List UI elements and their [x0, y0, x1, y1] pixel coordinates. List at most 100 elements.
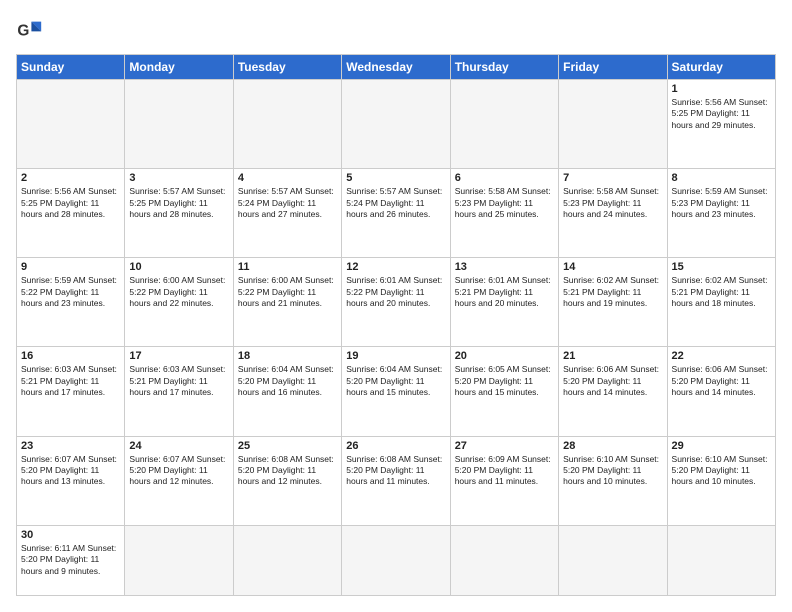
- calendar-cell: 7 Sunrise: 5:58 AM Sunset: 5:23 PM Daylig…: [559, 169, 667, 258]
- cell-info: Sunrise: 5:56 AM Sunset: 5:25 PM Dayligh…: [21, 186, 120, 220]
- cell-info: Sunrise: 6:05 AM Sunset: 5:20 PM Dayligh…: [455, 364, 554, 398]
- calendar-cell: 10 Sunrise: 6:00 AM Sunset: 5:22 PM Dayli…: [125, 258, 233, 347]
- calendar-cell: 6 Sunrise: 5:58 AM Sunset: 5:23 PM Daylig…: [450, 169, 558, 258]
- calendar-cell: [559, 525, 667, 595]
- cell-info: Sunrise: 6:01 AM Sunset: 5:21 PM Dayligh…: [455, 275, 554, 309]
- day-number: 3: [129, 172, 228, 184]
- calendar-cell: 27 Sunrise: 6:09 AM Sunset: 5:20 PM Dayli…: [450, 436, 558, 525]
- calendar-cell: 21 Sunrise: 6:06 AM Sunset: 5:20 PM Dayli…: [559, 347, 667, 436]
- page: G SundayMondayTuesdayWednesdayThursdayFr…: [0, 0, 792, 612]
- calendar-week-row: 30 Sunrise: 6:11 AM Sunset: 5:20 PM Dayli…: [17, 525, 776, 595]
- logo-icon: G: [16, 16, 44, 44]
- day-number: 26: [346, 440, 445, 452]
- calendar-cell: 15Sunrise: 6:02 AM Sunset: 5:21 PM Dayli…: [667, 258, 775, 347]
- cell-info: Sunrise: 6:04 AM Sunset: 5:20 PM Dayligh…: [346, 364, 445, 398]
- calendar-cell: 5 Sunrise: 5:57 AM Sunset: 5:24 PM Daylig…: [342, 169, 450, 258]
- cell-info: Sunrise: 6:10 AM Sunset: 5:20 PM Dayligh…: [563, 454, 662, 488]
- weekday-header-row: SundayMondayTuesdayWednesdayThursdayFrid…: [17, 55, 776, 80]
- weekday-header: Tuesday: [233, 55, 341, 80]
- calendar-cell: [233, 525, 341, 595]
- day-number: 14: [563, 261, 662, 273]
- cell-info: Sunrise: 5:58 AM Sunset: 5:23 PM Dayligh…: [455, 186, 554, 220]
- calendar-week-row: 9 Sunrise: 5:59 AM Sunset: 5:22 PM Daylig…: [17, 258, 776, 347]
- day-number: 13: [455, 261, 554, 273]
- calendar-cell: 16Sunrise: 6:03 AM Sunset: 5:21 PM Dayli…: [17, 347, 125, 436]
- day-number: 10: [129, 261, 228, 273]
- header: G: [16, 16, 776, 44]
- cell-info: Sunrise: 6:04 AM Sunset: 5:20 PM Dayligh…: [238, 364, 337, 398]
- calendar-cell: 19Sunrise: 6:04 AM Sunset: 5:20 PM Dayli…: [342, 347, 450, 436]
- cell-info: Sunrise: 6:06 AM Sunset: 5:20 PM Dayligh…: [672, 364, 771, 398]
- calendar-table: SundayMondayTuesdayWednesdayThursdayFrid…: [16, 54, 776, 596]
- cell-info: Sunrise: 6:10 AM Sunset: 5:20 PM Dayligh…: [672, 454, 771, 488]
- calendar-cell: [125, 525, 233, 595]
- day-number: 2: [21, 172, 120, 184]
- cell-info: Sunrise: 6:08 AM Sunset: 5:20 PM Dayligh…: [238, 454, 337, 488]
- cell-info: Sunrise: 6:03 AM Sunset: 5:21 PM Dayligh…: [129, 364, 228, 398]
- calendar-cell: [342, 80, 450, 169]
- calendar-cell: 14 Sunrise: 6:02 AM Sunset: 5:21 PM Dayli…: [559, 258, 667, 347]
- cell-info: Sunrise: 5:59 AM Sunset: 5:22 PM Dayligh…: [21, 275, 120, 309]
- calendar-cell: [559, 80, 667, 169]
- weekday-header: Saturday: [667, 55, 775, 80]
- day-number: 30: [21, 529, 120, 541]
- cell-info: Sunrise: 6:00 AM Sunset: 5:22 PM Dayligh…: [129, 275, 228, 309]
- calendar-cell: 17 Sunrise: 6:03 AM Sunset: 5:21 PM Dayli…: [125, 347, 233, 436]
- calendar-cell: 12 Sunrise: 6:01 AM Sunset: 5:22 PM Dayli…: [342, 258, 450, 347]
- cell-info: Sunrise: 5:58 AM Sunset: 5:23 PM Dayligh…: [563, 186, 662, 220]
- weekday-header: Monday: [125, 55, 233, 80]
- day-number: 5: [346, 172, 445, 184]
- calendar-cell: 4 Sunrise: 5:57 AM Sunset: 5:24 PM Daylig…: [233, 169, 341, 258]
- cell-info: Sunrise: 5:56 AM Sunset: 5:25 PM Dayligh…: [672, 97, 771, 131]
- day-number: 17: [129, 350, 228, 362]
- day-number: 7: [563, 172, 662, 184]
- cell-info: Sunrise: 6:02 AM Sunset: 5:21 PM Dayligh…: [563, 275, 662, 309]
- calendar-cell: 28Sunrise: 6:10 AM Sunset: 5:20 PM Dayli…: [559, 436, 667, 525]
- calendar-cell: 3 Sunrise: 5:57 AM Sunset: 5:25 PM Daylig…: [125, 169, 233, 258]
- calendar-cell: 9 Sunrise: 5:59 AM Sunset: 5:22 PM Daylig…: [17, 258, 125, 347]
- cell-info: Sunrise: 5:57 AM Sunset: 5:24 PM Dayligh…: [238, 186, 337, 220]
- svg-text:G: G: [17, 23, 29, 40]
- cell-info: Sunrise: 6:06 AM Sunset: 5:20 PM Dayligh…: [563, 364, 662, 398]
- weekday-header: Thursday: [450, 55, 558, 80]
- cell-info: Sunrise: 6:11 AM Sunset: 5:20 PM Dayligh…: [21, 543, 120, 577]
- calendar-cell: 29 Sunrise: 6:10 AM Sunset: 5:20 PM Dayli…: [667, 436, 775, 525]
- day-number: 4: [238, 172, 337, 184]
- calendar-cell: 23Sunrise: 6:07 AM Sunset: 5:20 PM Dayli…: [17, 436, 125, 525]
- cell-info: Sunrise: 5:57 AM Sunset: 5:25 PM Dayligh…: [129, 186, 228, 220]
- calendar-week-row: 16Sunrise: 6:03 AM Sunset: 5:21 PM Dayli…: [17, 347, 776, 436]
- calendar-cell: 26 Sunrise: 6:08 AM Sunset: 5:20 PM Dayli…: [342, 436, 450, 525]
- cell-info: Sunrise: 5:57 AM Sunset: 5:24 PM Dayligh…: [346, 186, 445, 220]
- day-number: 12: [346, 261, 445, 273]
- calendar-cell: 20 Sunrise: 6:05 AM Sunset: 5:20 PM Dayli…: [450, 347, 558, 436]
- day-number: 27: [455, 440, 554, 452]
- calendar-week-row: 2 Sunrise: 5:56 AM Sunset: 5:25 PM Daylig…: [17, 169, 776, 258]
- cell-info: Sunrise: 6:01 AM Sunset: 5:22 PM Dayligh…: [346, 275, 445, 309]
- calendar-cell: [450, 80, 558, 169]
- weekday-header: Wednesday: [342, 55, 450, 80]
- day-number: 9: [21, 261, 120, 273]
- day-number: 20: [455, 350, 554, 362]
- day-number: 6: [455, 172, 554, 184]
- day-number: 29: [672, 440, 771, 452]
- weekday-header: Sunday: [17, 55, 125, 80]
- calendar-cell: 1 Sunrise: 5:56 AM Sunset: 5:25 PM Daylig…: [667, 80, 775, 169]
- day-number: 21: [563, 350, 662, 362]
- calendar-cell: 2 Sunrise: 5:56 AM Sunset: 5:25 PM Daylig…: [17, 169, 125, 258]
- cell-info: Sunrise: 6:09 AM Sunset: 5:20 PM Dayligh…: [455, 454, 554, 488]
- day-number: 18: [238, 350, 337, 362]
- calendar-cell: 24Sunrise: 6:07 AM Sunset: 5:20 PM Dayli…: [125, 436, 233, 525]
- cell-info: Sunrise: 6:08 AM Sunset: 5:20 PM Dayligh…: [346, 454, 445, 488]
- day-number: 25: [238, 440, 337, 452]
- cell-info: Sunrise: 6:02 AM Sunset: 5:21 PM Dayligh…: [672, 275, 771, 309]
- calendar-cell: [667, 525, 775, 595]
- calendar-cell: 25 Sunrise: 6:08 AM Sunset: 5:20 PM Dayli…: [233, 436, 341, 525]
- calendar-cell: [233, 80, 341, 169]
- calendar-cell: 30 Sunrise: 6:11 AM Sunset: 5:20 PM Dayli…: [17, 525, 125, 595]
- cell-info: Sunrise: 6:03 AM Sunset: 5:21 PM Dayligh…: [21, 364, 120, 398]
- day-number: 1: [672, 83, 771, 95]
- cell-info: Sunrise: 6:07 AM Sunset: 5:20 PM Dayligh…: [129, 454, 228, 488]
- logo: G: [16, 16, 48, 44]
- day-number: 22: [672, 350, 771, 362]
- calendar-week-row: 1 Sunrise: 5:56 AM Sunset: 5:25 PM Daylig…: [17, 80, 776, 169]
